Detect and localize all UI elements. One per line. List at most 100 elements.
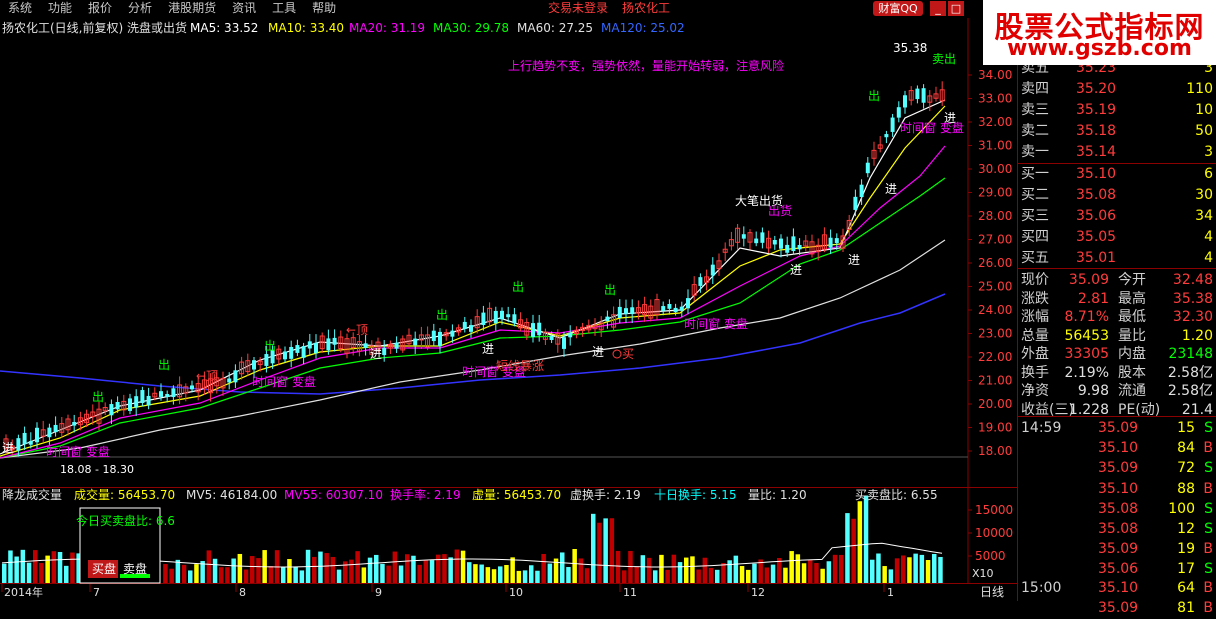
- candle-down: [667, 303, 672, 309]
- candle-down: [661, 306, 666, 311]
- volume-bar: [907, 557, 912, 583]
- candle-down: [22, 432, 27, 445]
- time-tick-label: 11: [623, 586, 637, 599]
- volume-bar: [349, 559, 354, 583]
- volume-bar: [287, 559, 292, 583]
- tick-row: 15:00 35.10 64 B: [1018, 578, 1216, 599]
- signal-out: 出: [512, 280, 524, 294]
- sdhs-label: 十日换手: 5.15: [654, 488, 737, 502]
- signal-out: 出: [92, 390, 104, 404]
- price-tick-label: 19.00: [978, 421, 1012, 435]
- volume-bar: [863, 495, 869, 583]
- tick-price: 35.09: [1098, 460, 1139, 477]
- volume-bar: [739, 566, 745, 583]
- volume-bar: [64, 565, 69, 583]
- volume-bar: [70, 552, 75, 583]
- volume-bar: [293, 566, 298, 583]
- price-tick-label: 24.00: [978, 303, 1012, 317]
- candle-down: [698, 277, 703, 286]
- menu-item-function[interactable]: 功能: [40, 0, 80, 17]
- volume-bar: [832, 554, 838, 583]
- volume-bar: [609, 518, 615, 583]
- volume-bar: [398, 565, 404, 583]
- mv55-label: MV55: 60307.10: [284, 488, 383, 502]
- period-label[interactable]: 日线: [980, 585, 1004, 599]
- volume-bar: [336, 569, 342, 583]
- time-tick-label: 9: [375, 586, 382, 599]
- volume-bar: [163, 564, 168, 583]
- buy-volume: 34: [1195, 208, 1213, 224]
- minimize-button[interactable]: _: [930, 1, 946, 16]
- candle-down: [462, 321, 467, 329]
- trade-status[interactable]: 交易未登录: [548, 0, 608, 17]
- volume-bar: [715, 569, 720, 583]
- restore-button[interactable]: □: [948, 1, 964, 16]
- volume-chart[interactable]: 15000 10000 5000 买盘 卖盘 今日买卖盘比: 6.6 降龙成交量 成…: [0, 488, 1017, 601]
- volume-bar: [857, 501, 863, 583]
- candle-down: [289, 346, 294, 359]
- volume-bar: [392, 551, 398, 583]
- time-tick-label: 7: [93, 586, 100, 599]
- candle-down: [531, 323, 535, 337]
- candle-down: [109, 404, 114, 416]
- volume-bar: [547, 563, 553, 583]
- volume-bar: [925, 560, 931, 583]
- signal-window-5: 时间窗 变盘: [46, 444, 110, 459]
- candle-down: [760, 232, 765, 243]
- volume-bar: [541, 553, 546, 583]
- volume-bar: [467, 562, 472, 583]
- kline-chart[interactable]: 34.00 33.00 32.00 31.00 30.00 29.00 28.00 27.00…: [0, 18, 1017, 488]
- tick-price: 35.09: [1098, 600, 1139, 617]
- volume-bar: [646, 557, 652, 583]
- menu-item-help[interactable]: 帮助: [304, 0, 344, 17]
- candle-down: [884, 134, 889, 138]
- candle-down: [233, 370, 238, 383]
- price-tick-label: 27.00: [978, 233, 1012, 247]
- cjl-label: 成交量: 56453.70: [74, 488, 175, 502]
- volume-bar: [938, 556, 943, 583]
- candle-down: [171, 388, 176, 398]
- volume-bar: [374, 554, 379, 583]
- candle-down: [853, 196, 858, 210]
- tick-volume: 15: [1177, 420, 1195, 436]
- candle-down: [506, 314, 511, 318]
- price-tick-label: 22.00: [978, 350, 1012, 364]
- volume-bar: [39, 563, 44, 583]
- caifu-qq-button[interactable]: 财富QQ: [873, 1, 923, 16]
- tick-row: 35.10 88 B: [1018, 479, 1216, 500]
- volume-bar: [783, 567, 788, 583]
- volume-bar: [653, 570, 658, 583]
- ma10-label: MA10: 33.40: [268, 21, 344, 35]
- volume-bar: [770, 564, 776, 583]
- price-tick-label: 31.00: [978, 139, 1012, 153]
- buy-price: 35.08: [1076, 187, 1117, 203]
- volume-bar: [901, 555, 906, 583]
- buy-volume: 4: [1204, 229, 1213, 245]
- volume-bar: [634, 566, 639, 583]
- signal-window-4: 时间窗 变盘: [900, 120, 964, 135]
- volume-bar: [684, 557, 689, 583]
- buy-label: 买二: [1021, 187, 1049, 203]
- menu-item-hk-futures[interactable]: 港股期货: [160, 0, 224, 17]
- volume-bar: [603, 518, 608, 583]
- volume-bar: [281, 567, 286, 583]
- menu-item-analysis[interactable]: 分析: [120, 0, 160, 17]
- candle-down: [363, 343, 368, 349]
- menu-item-quote[interactable]: 报价: [80, 0, 120, 17]
- candle-down: [283, 351, 287, 360]
- quote-panel: 卖五 35.23 3 卖四 35.20 110 卖三 35.19 10 卖二 35.18 50 卖一 35…: [1017, 18, 1216, 616]
- volume-bar: [26, 562, 32, 583]
- volume-bar: [640, 555, 646, 583]
- signal-in: 进: [790, 263, 802, 277]
- menu-item-system[interactable]: 系统: [0, 0, 40, 17]
- tick-row: 35.09 72 S: [1018, 458, 1216, 479]
- menu-item-news[interactable]: 资讯: [224, 0, 264, 17]
- price-tick-label: 23.00: [978, 327, 1012, 341]
- volume-bar: [312, 556, 317, 583]
- candle-down: [890, 117, 895, 132]
- volume-bar: [256, 558, 261, 583]
- signal-window-3: 时间窗 变盘: [684, 316, 748, 331]
- buy-label: 买五: [1021, 250, 1049, 266]
- menu-item-tools[interactable]: 工具: [264, 0, 304, 17]
- volume-bar: [535, 570, 540, 583]
